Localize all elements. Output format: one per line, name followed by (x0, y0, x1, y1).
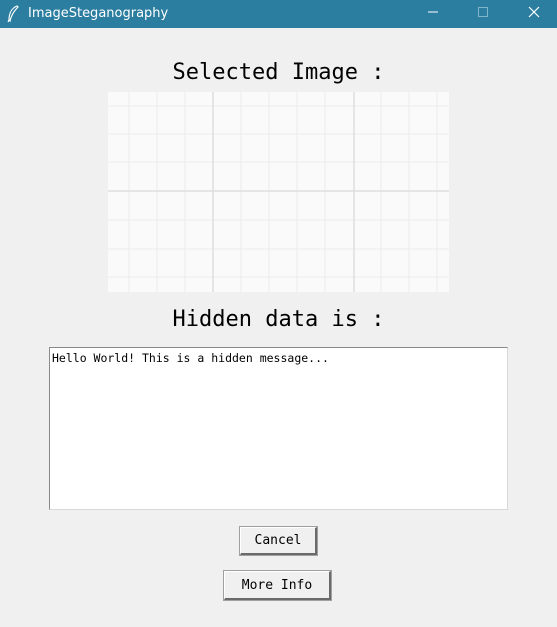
window-title: ImageSteganography (28, 6, 169, 21)
hidden-data-textbox[interactable]: Hello World! This is a hidden message... (49, 347, 508, 510)
more-info-button[interactable]: More Info (223, 570, 332, 601)
maximize-icon (477, 6, 489, 22)
close-icon (528, 6, 540, 22)
maximize-button[interactable] (460, 0, 506, 28)
hidden-data-heading: Hidden data is : (172, 307, 385, 332)
selected-image-preview (108, 92, 449, 292)
close-button[interactable] (511, 0, 557, 28)
selected-image-heading: Selected Image : (172, 60, 385, 85)
feather-icon (6, 5, 20, 23)
title-bar[interactable]: ImageSteganography (0, 0, 557, 28)
minimize-icon (427, 6, 439, 22)
minimize-button[interactable] (410, 0, 456, 28)
app-window: ImageSteganography Selected Image: Hidd… (0, 0, 557, 627)
cancel-button[interactable]: Cancel (239, 526, 318, 556)
